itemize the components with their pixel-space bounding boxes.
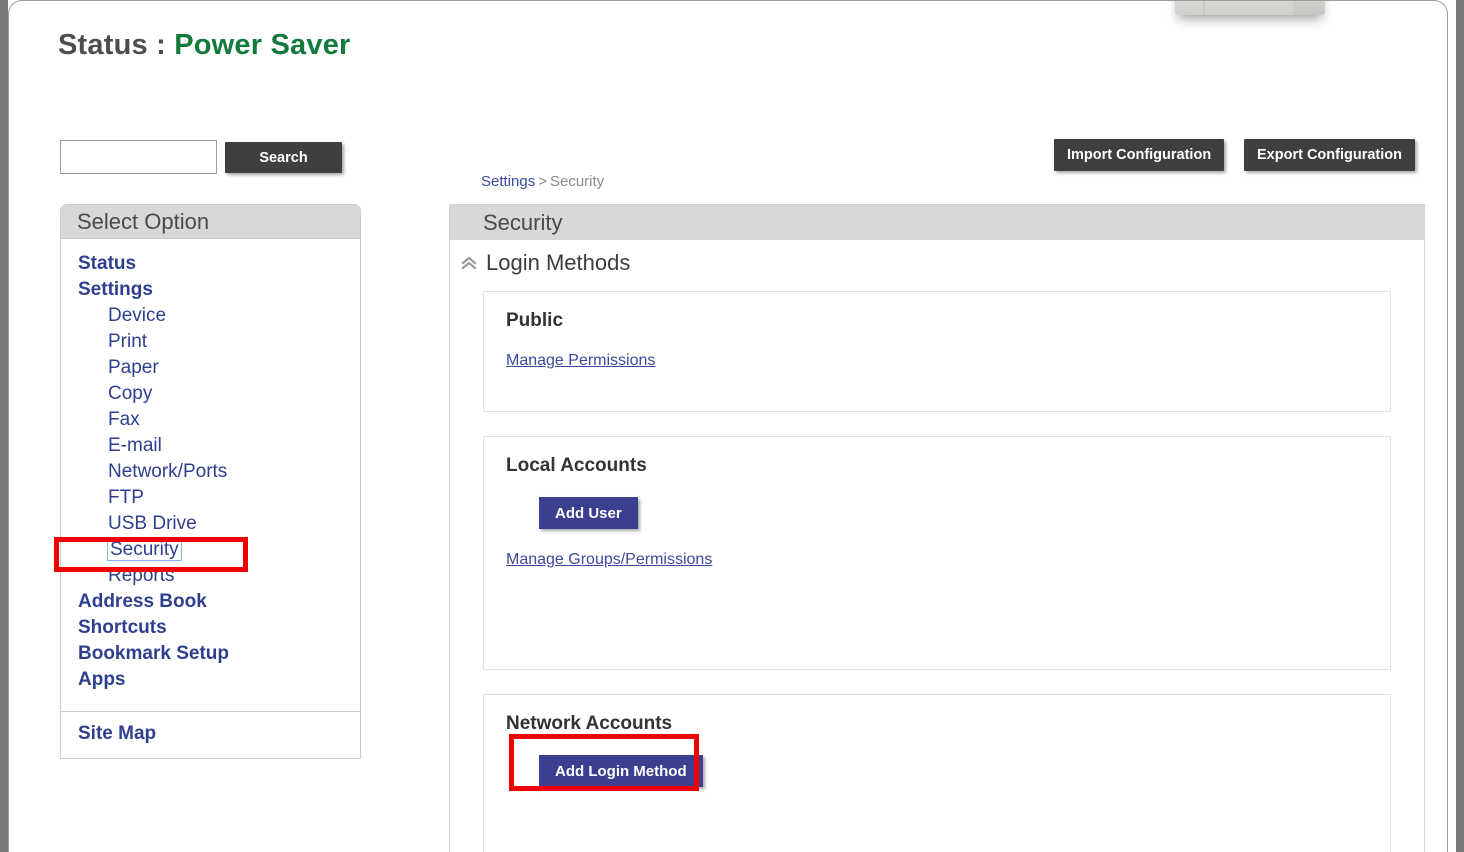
sidebar-item-label: Status xyxy=(78,253,136,274)
breadcrumb-settings-link[interactable]: Settings xyxy=(481,173,535,190)
sidebar-item-apps[interactable]: Apps xyxy=(61,667,360,693)
sidebar-item-print[interactable]: Print xyxy=(61,329,360,355)
public-block-title: Public xyxy=(506,310,1368,332)
sidebar-item-label: USB Drive xyxy=(108,513,197,534)
security-panel: Security Login Methods Public Manage Per… xyxy=(449,204,1425,852)
status-line: Status : Power Saver xyxy=(58,29,351,62)
page-card: Status : Power Saver Search Import Confi… xyxy=(8,0,1448,852)
sidebar-item-label: Network/Ports xyxy=(108,461,227,482)
local-accounts-block: Local Accounts Add User Manage Groups/Pe… xyxy=(483,436,1391,670)
sidebar-item-bookmark-setup[interactable]: Bookmark Setup xyxy=(61,641,360,667)
sidebar-item-usb-drive[interactable]: USB Drive xyxy=(61,511,360,537)
window-edge-right xyxy=(1456,0,1464,852)
network-accounts-block: Network Accounts Add Login Method xyxy=(483,694,1391,852)
sidebar-item-label: Security xyxy=(108,539,181,560)
chevron-double-up-icon[interactable] xyxy=(460,254,478,272)
sidebar-nav-list: Status Settings Device Print Paper Copy … xyxy=(61,239,360,703)
public-block: Public Manage Permissions xyxy=(483,291,1391,412)
import-configuration-button[interactable]: Import Configuration xyxy=(1054,139,1224,171)
sidebar-item-label: FTP xyxy=(108,487,144,508)
sidebar-footer: Site Map xyxy=(61,712,360,758)
sidebar-item-label: Device xyxy=(108,305,166,326)
select-option-header: Select Option xyxy=(61,205,360,239)
sidebar-item-reports[interactable]: Reports xyxy=(61,563,360,589)
add-login-method-button[interactable]: Add Login Method xyxy=(539,755,703,787)
printer-illustration xyxy=(1175,0,1355,21)
sidebar-item-email[interactable]: E-mail xyxy=(61,433,360,459)
sidebar-item-status[interactable]: Status xyxy=(61,251,360,277)
sidebar-item-label: Paper xyxy=(108,357,159,378)
printer-side-panel xyxy=(1293,0,1325,15)
sidebar-item-fax[interactable]: Fax xyxy=(61,407,360,433)
printer-seam xyxy=(1203,0,1205,15)
login-methods-section-header: Login Methods xyxy=(450,240,1424,282)
search-button[interactable]: Search xyxy=(225,142,342,173)
sidebar-item-label: Print xyxy=(108,331,147,352)
local-accounts-block-title: Local Accounts xyxy=(506,455,1368,477)
sidebar-item-ftp[interactable]: FTP xyxy=(61,485,360,511)
sidebar-item-label: Site Map xyxy=(78,723,156,744)
network-accounts-block-title: Network Accounts xyxy=(506,713,1368,735)
sidebar-item-label: Settings xyxy=(78,279,153,300)
sidebar-item-device[interactable]: Device xyxy=(61,303,360,329)
breadcrumb-current: Security xyxy=(550,173,604,190)
select-option-panel: Select Option Status Settings Device Pri… xyxy=(60,204,361,759)
sidebar-item-label: Reports xyxy=(108,565,175,586)
breadcrumb-separator: > xyxy=(535,173,550,190)
sidebar-item-label: Copy xyxy=(108,383,152,404)
sidebar-item-label: Apps xyxy=(78,669,126,690)
status-label: Status : xyxy=(58,29,166,61)
sidebar-item-site-map[interactable]: Site Map xyxy=(78,721,360,747)
sidebar-item-network-ports[interactable]: Network/Ports xyxy=(61,459,360,485)
add-user-button[interactable]: Add User xyxy=(539,497,638,529)
sidebar-item-label: Fax xyxy=(108,409,140,430)
sidebar-item-label: E-mail xyxy=(108,435,162,456)
export-configuration-button[interactable]: Export Configuration xyxy=(1244,139,1415,171)
sidebar-item-address-book[interactable]: Address Book xyxy=(61,589,360,615)
search-input[interactable] xyxy=(60,140,217,174)
manage-groups-permissions-link[interactable]: Manage Groups/Permissions xyxy=(506,551,712,569)
sidebar-item-copy[interactable]: Copy xyxy=(61,381,360,407)
sidebar-item-label: Shortcuts xyxy=(78,617,167,638)
sidebar-item-label: Bookmark Setup xyxy=(78,643,229,664)
sidebar-item-shortcuts[interactable]: Shortcuts xyxy=(61,615,360,641)
status-value: Power Saver xyxy=(174,29,350,61)
breadcrumb: Settings>Security xyxy=(481,173,604,190)
page-root: Status : Power Saver Search Import Confi… xyxy=(0,0,1464,852)
security-panel-header: Security xyxy=(450,205,1424,240)
sidebar-item-paper[interactable]: Paper xyxy=(61,355,360,381)
sidebar-item-label: Address Book xyxy=(78,591,207,612)
manage-permissions-link[interactable]: Manage Permissions xyxy=(506,352,655,370)
sidebar-item-security[interactable]: Security xyxy=(61,537,360,563)
window-edge-left xyxy=(0,0,8,852)
sidebar-item-settings[interactable]: Settings xyxy=(61,277,360,303)
login-methods-title: Login Methods xyxy=(486,250,630,276)
